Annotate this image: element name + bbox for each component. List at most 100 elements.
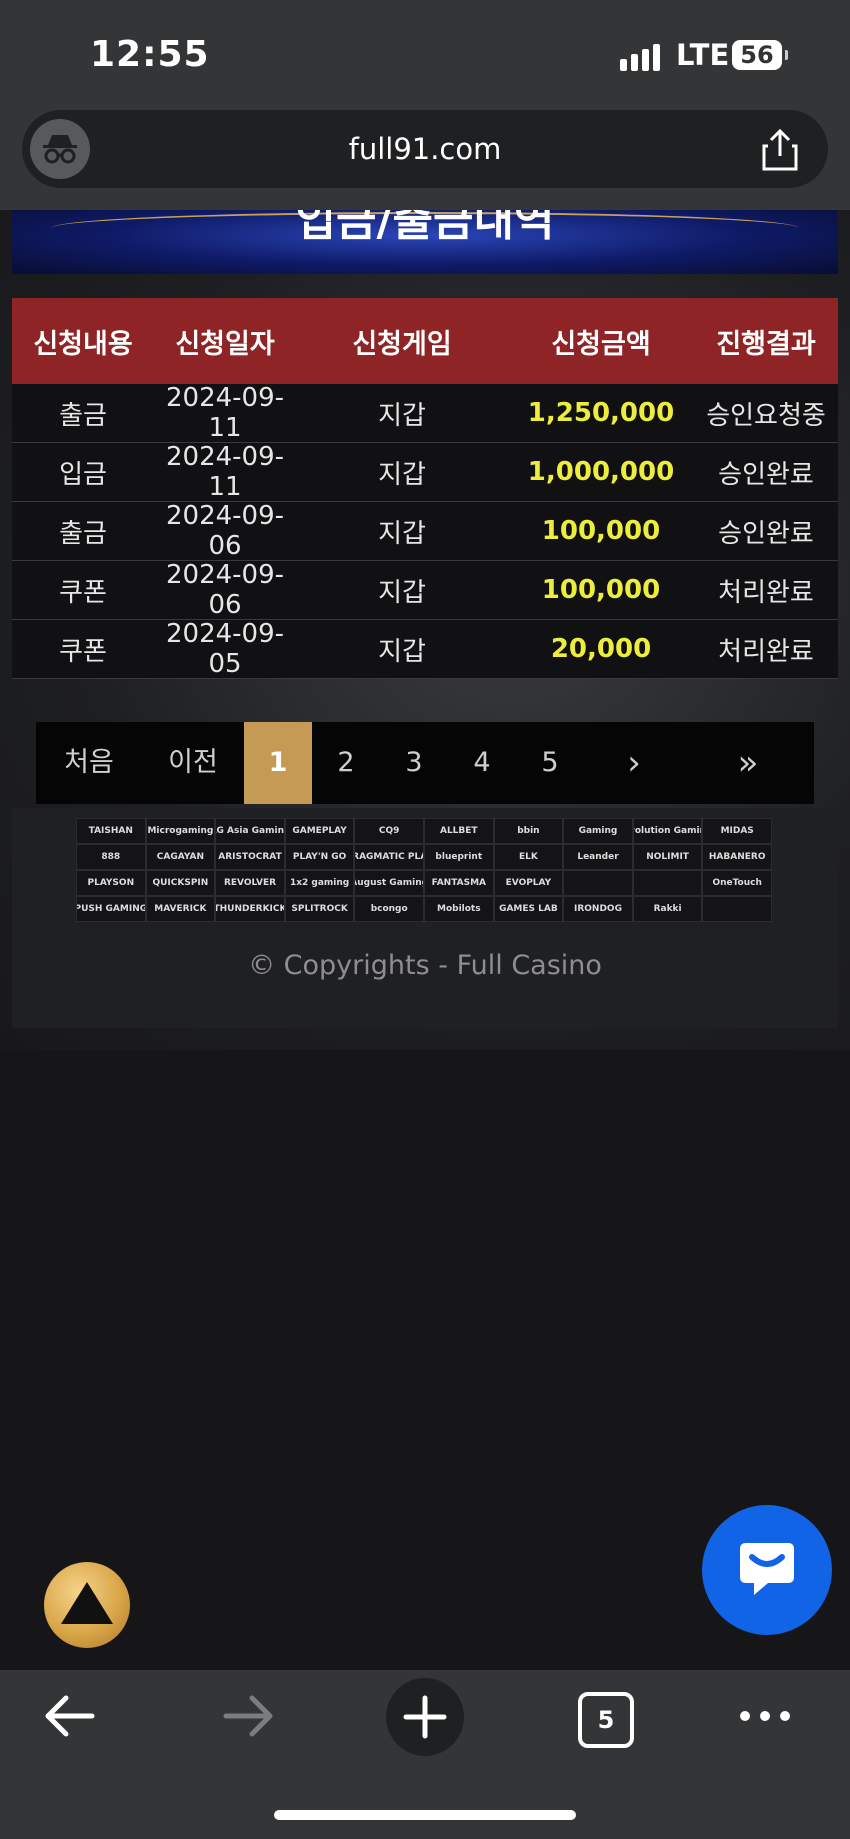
provider-logo: Evolution Gaming xyxy=(632,818,703,844)
provider-logo: CAGAYAN xyxy=(145,844,216,870)
browser-toolbar: full91.com xyxy=(0,110,850,210)
provider-logo: 888 xyxy=(76,844,146,870)
request-date: 2024-09-11 xyxy=(165,383,284,443)
request-type: 쿠폰 xyxy=(59,577,107,608)
request-type: 쿠폰 xyxy=(59,636,107,667)
pager-next[interactable]: › xyxy=(584,722,684,804)
provider-logo: ALLBET xyxy=(423,818,494,844)
provider-logo: PLAY'N GO xyxy=(284,844,355,870)
provider-logo: IRONDOG xyxy=(563,896,633,922)
request-amount: 100,000 xyxy=(541,516,661,546)
more-options-icon[interactable] xyxy=(738,1704,792,1732)
provider-logo: Rakki xyxy=(632,896,703,922)
page-banner: 입금/출금내역 xyxy=(12,210,838,274)
table-row: 출금 2024-09-06 지갑 100,000 승인완료 xyxy=(12,501,838,561)
pager-page-1[interactable]: 1 xyxy=(244,722,312,804)
request-result: 처리완료 xyxy=(718,636,814,667)
provider-logo: AG Asia Gaming xyxy=(215,818,285,844)
request-date: 2024-09-06 xyxy=(165,501,284,561)
provider-logo: EVOPLAY xyxy=(493,870,564,896)
provider-logo: ARISTOCRAT xyxy=(215,844,285,870)
provider-logo: TAISHAN xyxy=(76,818,146,844)
column-header: 진행결과 xyxy=(716,328,816,360)
column-header: 신청게임 xyxy=(352,328,452,360)
provider-logo: GAMEPLAY xyxy=(284,818,355,844)
provider-logo: HABANERO xyxy=(702,844,772,870)
pager-page-2[interactable]: 2 xyxy=(312,722,380,804)
column-header: 신청금액 xyxy=(551,328,651,360)
request-result: 승인완료 xyxy=(718,459,814,490)
request-result: 승인요청중 xyxy=(706,400,826,431)
tab-switcher-button[interactable]: 5 xyxy=(578,1692,634,1748)
provider-logo: Microgaming xyxy=(145,818,216,844)
provider-logo: SPLITROCK xyxy=(284,896,355,922)
provider-logo: FANTASMA xyxy=(423,870,494,896)
pager-last[interactable]: » xyxy=(684,722,812,804)
provider-logo: bbin xyxy=(493,818,564,844)
table-row: 출금 2024-09-11 지갑 1,250,000 승인요청중 xyxy=(12,383,838,443)
provider-logo: bcongo xyxy=(354,896,424,922)
request-type: 출금 xyxy=(59,518,107,549)
network-label: LTE xyxy=(676,38,730,72)
provider-logo: CQ9 xyxy=(354,818,424,844)
provider-logos: TAISHANMicrogamingAG Asia GamingGAMEPLAY… xyxy=(76,818,772,922)
signal-icon xyxy=(620,44,660,71)
status-bar: 12:55 LTE 56 xyxy=(0,0,850,110)
provider-logo: GAMES LAB xyxy=(493,896,564,922)
forward-arrow-icon[interactable] xyxy=(222,1694,274,1742)
request-game: 지갑 xyxy=(378,577,426,608)
chat-icon xyxy=(740,1543,794,1595)
provider-logo: OneTouch xyxy=(702,870,772,896)
request-date: 2024-09-06 xyxy=(165,560,284,620)
request-type: 입금 xyxy=(59,459,107,490)
provider-logo: QUICKSPIN xyxy=(145,870,216,896)
request-game: 지갑 xyxy=(378,518,426,549)
provider-logo: Leander xyxy=(563,844,633,870)
table-row: 입금 2024-09-11 지갑 1,000,000 승인완료 xyxy=(12,442,838,502)
provider-logo: THUNDERKICK xyxy=(215,896,285,922)
provider-logo: ELK xyxy=(493,844,564,870)
new-tab-button[interactable] xyxy=(386,1678,464,1756)
provider-logo: REVOLVER xyxy=(215,870,285,896)
url-text: full91.com xyxy=(348,132,502,166)
provider-logo: Gaming xyxy=(563,818,633,844)
back-arrow-icon[interactable] xyxy=(44,1694,96,1742)
provider-logo: MIDAS xyxy=(702,818,772,844)
request-type: 출금 xyxy=(59,400,107,431)
provider-logo: PLAYSON xyxy=(76,870,146,896)
request-date: 2024-09-05 xyxy=(165,619,284,679)
page-content: 입금/출금내역 신청내용 신청일자 신청게임 신청금액 진행결과 출금 2024… xyxy=(0,210,850,1670)
pager-first[interactable]: 처음 xyxy=(36,722,142,804)
provider-logo: blueprint xyxy=(423,844,494,870)
table-row: 쿠폰 2024-09-06 지갑 100,000 처리완료 xyxy=(12,560,838,620)
request-amount: 1,000,000 xyxy=(527,457,675,487)
page-title: 입금/출금내역 xyxy=(295,210,555,246)
battery-icon: 56 xyxy=(732,40,788,70)
pager-page-4[interactable]: 4 xyxy=(448,722,516,804)
request-amount: 20,000 xyxy=(550,634,652,664)
home-indicator xyxy=(274,1810,576,1820)
scroll-top-button[interactable] xyxy=(44,1562,130,1648)
chat-button[interactable] xyxy=(702,1505,832,1635)
provider-logo: August Gaming xyxy=(354,870,424,896)
provider-logo: PUSH GAMING xyxy=(76,896,146,922)
clock: 12:55 xyxy=(90,34,210,75)
column-header: 신청내용 xyxy=(33,328,133,360)
provider-logo xyxy=(632,870,703,896)
pager-page-5[interactable]: 5 xyxy=(516,722,584,804)
request-game: 지갑 xyxy=(378,636,426,667)
request-result: 처리완료 xyxy=(718,577,814,608)
address-bar[interactable]: full91.com xyxy=(22,110,828,188)
provider-logo: MAVERICK xyxy=(145,896,216,922)
request-date: 2024-09-11 xyxy=(165,442,284,502)
footer: TAISHANMicrogamingAG Asia GamingGAMEPLAY… xyxy=(12,808,838,1028)
pager-page-3[interactable]: 3 xyxy=(380,722,448,804)
table-header: 신청내용 신청일자 신청게임 신청금액 진행결과 xyxy=(12,298,838,384)
provider-logo xyxy=(702,896,772,922)
provider-logo: Mobilots xyxy=(423,896,494,922)
request-result: 승인완료 xyxy=(718,518,814,549)
share-icon[interactable] xyxy=(760,128,800,176)
pager-prev[interactable]: 이전 xyxy=(142,722,244,804)
request-amount: 1,250,000 xyxy=(527,398,675,428)
table-row: 쿠폰 2024-09-05 지갑 20,000 처리완료 xyxy=(12,619,838,679)
